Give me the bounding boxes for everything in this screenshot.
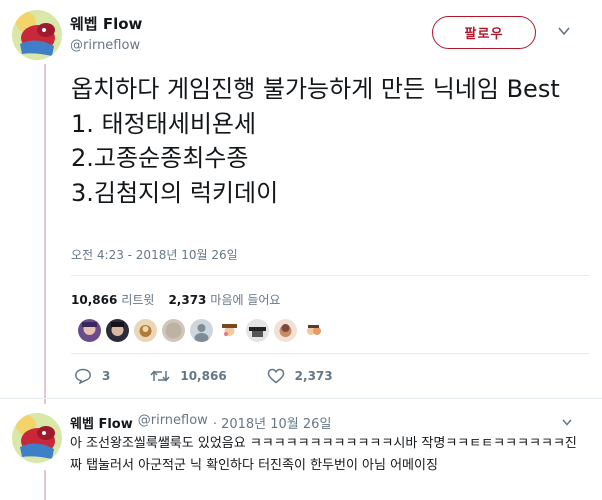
- reply-count: 3: [102, 369, 111, 383]
- like-stat-count: 2,373: [168, 293, 207, 307]
- reply-header: 웨벱 Flow @rirneflow · 2018년 10월 26일: [70, 413, 331, 432]
- tweet-actions: 3 10,866 2,373: [74, 368, 373, 384]
- reply-handle[interactable]: @rirneflow: [138, 413, 208, 432]
- like-action-count: 2,373: [294, 369, 333, 383]
- avatar[interactable]: [134, 319, 157, 342]
- follow-button[interactable]: 팔로우: [432, 16, 536, 49]
- thread-line: [44, 470, 46, 500]
- tweet-stats: 10,866 리트윗 2,373 마음에 들어요: [71, 291, 280, 308]
- divider: [0, 398, 602, 399]
- retweet-stat[interactable]: 10,866 리트윗: [71, 291, 154, 308]
- heart-icon: [267, 368, 284, 384]
- avatar[interactable]: [190, 319, 213, 342]
- reply-display-name[interactable]: 웨벱 Flow: [70, 413, 133, 432]
- thread-line: [44, 64, 46, 404]
- divider: [71, 353, 589, 354]
- reply-icon: [75, 368, 91, 384]
- avatar[interactable]: [302, 319, 325, 342]
- avatar[interactable]: [12, 413, 62, 463]
- retweet-action-count: 10,866: [180, 369, 227, 383]
- chevron-down-icon[interactable]: [561, 416, 573, 428]
- tweet-text: 옵치하다 게임진행 불가능하게 만든 닉네임 Best 1. 태정태세비욘세 2…: [71, 75, 560, 207]
- like-button[interactable]: 2,373: [267, 368, 333, 384]
- avatar[interactable]: [12, 10, 62, 60]
- like-stat-label: 마음에 들어요: [210, 293, 281, 307]
- retweet-stat-count: 10,866: [71, 293, 118, 307]
- liker-avatars: [78, 319, 325, 342]
- chevron-down-icon[interactable]: [557, 24, 571, 38]
- retweet-stat-label: 리트윗: [121, 293, 155, 307]
- timestamp[interactable]: 오전 4:23 - 2018년 10월 26일: [71, 246, 238, 263]
- avatar[interactable]: [274, 319, 297, 342]
- retweet-icon: [150, 370, 170, 382]
- reply-button[interactable]: 3: [74, 368, 110, 384]
- avatar[interactable]: [106, 319, 129, 342]
- handle[interactable]: @rirneflow: [70, 38, 142, 53]
- display-name[interactable]: 웨벱 Flow: [70, 13, 142, 34]
- like-stat[interactable]: 2,373 마음에 들어요: [168, 291, 280, 308]
- avatar[interactable]: [246, 319, 269, 342]
- avatar[interactable]: [218, 319, 241, 342]
- avatar[interactable]: [78, 319, 101, 342]
- reply-text: 아 조선왕조씰룩쌜룩도 있었음요 ㅋㅋㅋㅋㅋㅋㅋㅋㅋㅋㅋㅋ시바 작명ㅋㅋㅌㅌㅋㅋ…: [70, 436, 577, 473]
- reply-date[interactable]: · 2018년 10월 26일: [213, 413, 332, 432]
- tweet-author[interactable]: 웨벱 Flow @rirneflow: [70, 13, 142, 53]
- avatar[interactable]: [162, 319, 185, 342]
- retweet-button[interactable]: 10,866: [150, 368, 227, 384]
- divider: [71, 275, 589, 276]
